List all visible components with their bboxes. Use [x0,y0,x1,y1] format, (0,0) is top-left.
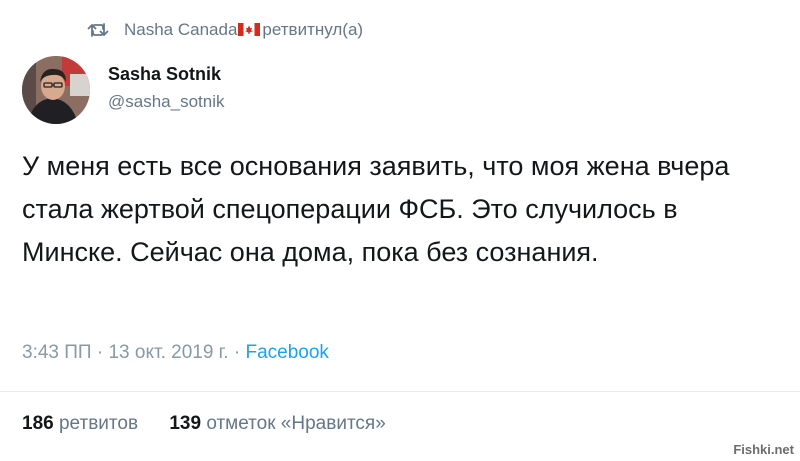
likes-count: 139 [169,413,202,434]
avatar[interactable] [22,56,90,124]
meta-separator-2: · [228,342,246,363]
watermark: Fishki.net [733,442,794,457]
retweets-stat[interactable]: 186 ретвитов [22,413,143,434]
canada-flag-icon [238,21,261,36]
tweet-source-link[interactable]: Facebook [245,342,328,363]
retweeter-name[interactable]: Nasha Canada [124,20,237,40]
retweet-header: Nasha Canada ретвитнул(а) [86,14,363,46]
retweets-count: 186 [22,413,54,434]
tweet-stats: 186 ретвитов 139 отметок «Нравится» [22,413,386,435]
meta-separator: · [91,342,109,363]
author-name[interactable]: Sasha Sotnik [108,64,221,85]
likes-stat[interactable]: 139 отметок «Нравится» [169,413,385,434]
retweets-label: ретвитов [58,413,139,434]
divider [0,391,800,392]
tweet-text: У меня есть все основания заявить, что м… [22,151,730,267]
tweet-time[interactable]: 3:43 ПП [22,342,92,363]
author-handle[interactable]: @sasha_sotnik [108,92,225,112]
retweet-action-text: ретвитнул(а) [262,20,364,39]
tweet-meta: 3:43 ПП · 13 окт. 2019 г. · Facebook [22,342,329,364]
tweet-date[interactable]: 13 окт. 2019 г. [108,342,228,363]
likes-label: отметок «Нравится» [206,413,386,434]
retweet-icon [86,21,110,39]
